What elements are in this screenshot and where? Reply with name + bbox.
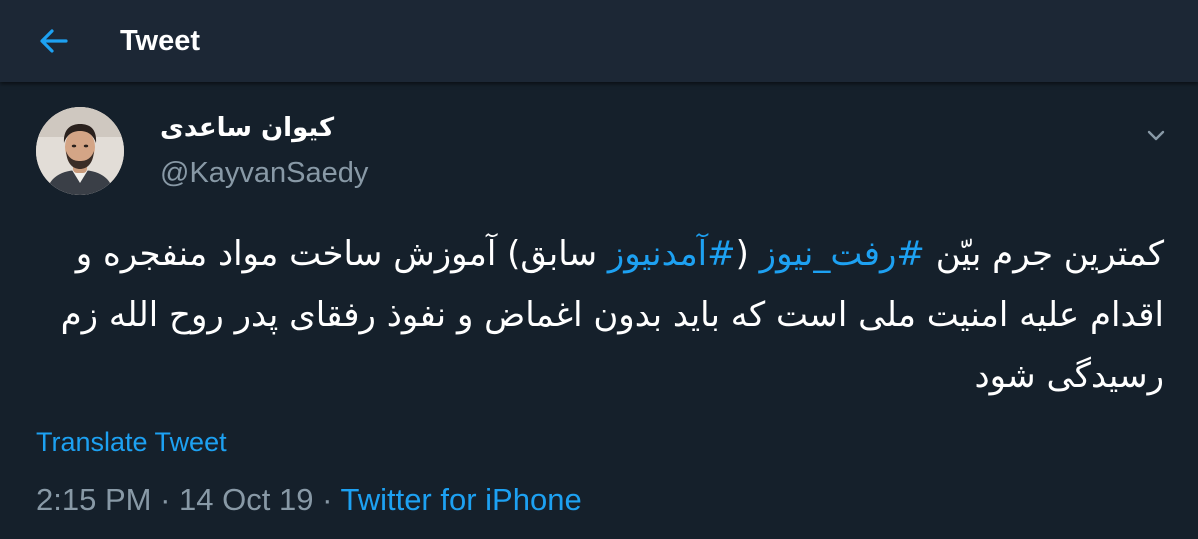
top-app-bar: Tweet — [0, 0, 1198, 82]
tweet-source-link[interactable]: Twitter for iPhone — [340, 482, 581, 517]
tweet-menu-button[interactable] — [1141, 120, 1171, 150]
back-button[interactable] — [38, 25, 70, 57]
author-display-name[interactable]: کیوان ساعدی — [160, 110, 334, 146]
page-title: Tweet — [120, 25, 201, 57]
translate-tweet-link[interactable]: Translate Tweet — [36, 425, 227, 459]
meta-separator: · — [160, 482, 171, 517]
tweet-text-segment: کمترین جرم بیّن — [924, 234, 1164, 274]
tweet-detail: کیوان ساعدی @KayvanSaedy کمترین جرم بیّن… — [0, 82, 1198, 539]
tweet-meta: 2:15 PM · 14 Oct 19 · Twitter for iPhone — [36, 480, 582, 520]
tweet-time: 2:15 PM — [36, 482, 152, 517]
tweet-text: کمترین جرم بیّن #رفت_نیوز (#آمدنیوز سابق… — [36, 224, 1164, 407]
hashtag-link[interactable]: #آمدنیوز — [608, 234, 736, 274]
tweet-date: 14 Oct 19 — [179, 482, 314, 517]
hashtag-link[interactable]: #رفت_نیوز — [760, 234, 925, 274]
avatar[interactable] — [36, 107, 124, 195]
tweet-text-segment: ( — [735, 234, 760, 274]
meta-separator: · — [322, 482, 333, 517]
author-handle[interactable]: @KayvanSaedy — [160, 155, 368, 191]
avatar-photo — [36, 107, 124, 195]
chevron-down-icon — [1147, 130, 1165, 141]
arrow-left-icon — [40, 29, 68, 53]
